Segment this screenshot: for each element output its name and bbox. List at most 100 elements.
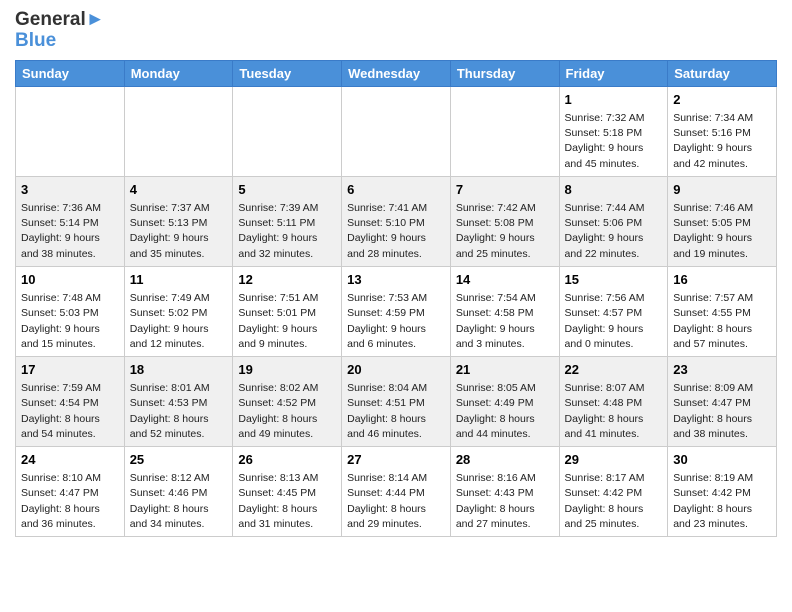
calendar-cell: 28Sunrise: 8:16 AM Sunset: 4:43 PM Dayli… — [450, 447, 559, 537]
calendar-cell: 29 Sunrise: 8:17 AM Sunset: 4:42 PM Dayli… — [559, 447, 668, 537]
calendar-cell: 25Sunrise: 8:12 AM Sunset: 4:46 PM Dayli… — [124, 447, 233, 537]
calendar-cell: 19 Sunrise: 8:02 AM Sunset: 4:52 PM Dayli… — [233, 356, 342, 446]
calendar-week-2: 3 Sunrise: 7:36 AM Sunset: 5:14 PM Daylig… — [16, 176, 777, 266]
day-info: Sunrise: 7:46 AM Sunset: 5:05 PM Dayligh… — [673, 201, 771, 262]
day-number: 27 — [347, 451, 445, 469]
calendar-cell: 15 Sunrise: 7:56 AM Sunset: 4:57 PM Dayli… — [559, 266, 668, 356]
calendar-cell: 8 Sunrise: 7:44 AM Sunset: 5:06 PM Daylig… — [559, 176, 668, 266]
calendar-cell: 24 Sunrise: 8:10 AM Sunset: 4:47 PM Dayli… — [16, 447, 125, 537]
calendar-cell: 3 Sunrise: 7:36 AM Sunset: 5:14 PM Daylig… — [16, 176, 125, 266]
day-info: Sunrise: 7:56 AM Sunset: 4:57 PM Dayligh… — [565, 291, 663, 352]
calendar-week-4: 17Sunrise: 7:59 AM Sunset: 4:54 PM Dayli… — [16, 356, 777, 446]
calendar-cell: 1 Sunrise: 7:32 AM Sunset: 5:18 PM Daylig… — [559, 86, 668, 176]
calendar-cell: 22 Sunrise: 8:07 AM Sunset: 4:48 PM Dayli… — [559, 356, 668, 446]
calendar-cell: 5 Sunrise: 7:39 AM Sunset: 5:11 PM Daylig… — [233, 176, 342, 266]
day-number: 5 — [238, 181, 336, 199]
calendar-cell — [124, 86, 233, 176]
day-number: 2 — [673, 91, 771, 109]
calendar-cell: 21 Sunrise: 8:05 AM Sunset: 4:49 PM Dayli… — [450, 356, 559, 446]
day-number: 9 — [673, 181, 771, 199]
day-number: 24 — [21, 451, 119, 469]
day-info: Sunrise: 7:51 AM Sunset: 5:01 PM Dayligh… — [238, 291, 336, 352]
calendar-cell: 7Sunrise: 7:42 AM Sunset: 5:08 PM Daylig… — [450, 176, 559, 266]
day-info: Sunrise: 8:02 AM Sunset: 4:52 PM Dayligh… — [238, 381, 336, 442]
day-info: Sunrise: 7:32 AM Sunset: 5:18 PM Dayligh… — [565, 111, 663, 172]
day-info: Sunrise: 7:49 AM Sunset: 5:02 PM Dayligh… — [130, 291, 228, 352]
calendar-cell: 10Sunrise: 7:48 AM Sunset: 5:03 PM Dayli… — [16, 266, 125, 356]
day-number: 16 — [673, 271, 771, 289]
day-info: Sunrise: 7:34 AM Sunset: 5:16 PM Dayligh… — [673, 111, 771, 172]
day-number: 26 — [238, 451, 336, 469]
day-info: Sunrise: 7:36 AM Sunset: 5:14 PM Dayligh… — [21, 201, 119, 262]
day-info: Sunrise: 7:59 AM Sunset: 4:54 PM Dayligh… — [21, 381, 119, 442]
day-info: Sunrise: 7:41 AM Sunset: 5:10 PM Dayligh… — [347, 201, 445, 262]
day-info: Sunrise: 8:04 AM Sunset: 4:51 PM Dayligh… — [347, 381, 445, 442]
logo-text: General► Blue — [15, 10, 107, 52]
calendar-header-row: SundayMondayTuesdayWednesdayThursdayFrid… — [16, 60, 777, 86]
calendar-week-1: 1 Sunrise: 7:32 AM Sunset: 5:18 PM Daylig… — [16, 86, 777, 176]
day-info: Sunrise: 8:19 AM Sunset: 4:42 PM Dayligh… — [673, 471, 771, 532]
day-number: 30 — [673, 451, 771, 469]
day-info: Sunrise: 7:57 AM Sunset: 4:55 PM Dayligh… — [673, 291, 771, 352]
calendar-cell: 20 Sunrise: 8:04 AM Sunset: 4:51 PM Dayli… — [342, 356, 451, 446]
day-number: 19 — [238, 361, 336, 379]
day-number: 8 — [565, 181, 663, 199]
day-number: 14 — [456, 271, 554, 289]
calendar-header-tuesday: Tuesday — [233, 60, 342, 86]
calendar-cell: 30 Sunrise: 8:19 AM Sunset: 4:42 PM Dayli… — [668, 447, 777, 537]
calendar-cell — [16, 86, 125, 176]
calendar-cell: 12 Sunrise: 7:51 AM Sunset: 5:01 PM Dayli… — [233, 266, 342, 356]
day-number: 15 — [565, 271, 663, 289]
day-number: 11 — [130, 271, 228, 289]
calendar-cell — [342, 86, 451, 176]
calendar-cell: 2 Sunrise: 7:34 AM Sunset: 5:16 PM Daylig… — [668, 86, 777, 176]
day-number: 4 — [130, 181, 228, 199]
day-info: Sunrise: 8:09 AM Sunset: 4:47 PM Dayligh… — [673, 381, 771, 442]
logo: General► Blue — [15, 10, 107, 52]
day-number: 20 — [347, 361, 445, 379]
calendar-cell: 4Sunrise: 7:37 AM Sunset: 5:13 PM Daylig… — [124, 176, 233, 266]
day-number: 29 — [565, 451, 663, 469]
day-number: 21 — [456, 361, 554, 379]
day-info: Sunrise: 7:39 AM Sunset: 5:11 PM Dayligh… — [238, 201, 336, 262]
day-number: 1 — [565, 91, 663, 109]
day-info: Sunrise: 8:07 AM Sunset: 4:48 PM Dayligh… — [565, 381, 663, 442]
calendar-cell — [450, 86, 559, 176]
day-info: Sunrise: 7:42 AM Sunset: 5:08 PM Dayligh… — [456, 201, 554, 262]
day-info: Sunrise: 8:16 AM Sunset: 4:43 PM Dayligh… — [456, 471, 554, 532]
calendar-cell: 16 Sunrise: 7:57 AM Sunset: 4:55 PM Dayli… — [668, 266, 777, 356]
day-info: Sunrise: 7:48 AM Sunset: 5:03 PM Dayligh… — [21, 291, 119, 352]
calendar-header-thursday: Thursday — [450, 60, 559, 86]
calendar-cell — [233, 86, 342, 176]
day-info: Sunrise: 8:14 AM Sunset: 4:44 PM Dayligh… — [347, 471, 445, 532]
calendar-cell: 26 Sunrise: 8:13 AM Sunset: 4:45 PM Dayli… — [233, 447, 342, 537]
page-header: General► Blue — [15, 10, 777, 52]
day-info: Sunrise: 8:13 AM Sunset: 4:45 PM Dayligh… — [238, 471, 336, 532]
calendar-header-saturday: Saturday — [668, 60, 777, 86]
calendar-cell: 27 Sunrise: 8:14 AM Sunset: 4:44 PM Dayli… — [342, 447, 451, 537]
day-number: 13 — [347, 271, 445, 289]
calendar-header-friday: Friday — [559, 60, 668, 86]
day-number: 12 — [238, 271, 336, 289]
calendar-header-sunday: Sunday — [16, 60, 125, 86]
day-info: Sunrise: 8:17 AM Sunset: 4:42 PM Dayligh… — [565, 471, 663, 532]
calendar-cell: 13Sunrise: 7:53 AM Sunset: 4:59 PM Dayli… — [342, 266, 451, 356]
calendar-cell: 18 Sunrise: 8:01 AM Sunset: 4:53 PM Dayli… — [124, 356, 233, 446]
day-info: Sunrise: 7:44 AM Sunset: 5:06 PM Dayligh… — [565, 201, 663, 262]
calendar-header-monday: Monday — [124, 60, 233, 86]
day-number: 6 — [347, 181, 445, 199]
day-info: Sunrise: 7:54 AM Sunset: 4:58 PM Dayligh… — [456, 291, 554, 352]
day-number: 23 — [673, 361, 771, 379]
calendar-table: SundayMondayTuesdayWednesdayThursdayFrid… — [15, 60, 777, 537]
day-info: Sunrise: 8:05 AM Sunset: 4:49 PM Dayligh… — [456, 381, 554, 442]
calendar-cell: 11 Sunrise: 7:49 AM Sunset: 5:02 PM Dayli… — [124, 266, 233, 356]
calendar-header-wednesday: Wednesday — [342, 60, 451, 86]
page-container: General► Blue SundayMondayTuesdayWednesd… — [0, 0, 792, 547]
calendar-cell: 9 Sunrise: 7:46 AM Sunset: 5:05 PM Daylig… — [668, 176, 777, 266]
day-number: 25 — [130, 451, 228, 469]
day-info: Sunrise: 8:01 AM Sunset: 4:53 PM Dayligh… — [130, 381, 228, 442]
day-info: Sunrise: 8:10 AM Sunset: 4:47 PM Dayligh… — [21, 471, 119, 532]
day-number: 18 — [130, 361, 228, 379]
day-number: 3 — [21, 181, 119, 199]
day-number: 22 — [565, 361, 663, 379]
